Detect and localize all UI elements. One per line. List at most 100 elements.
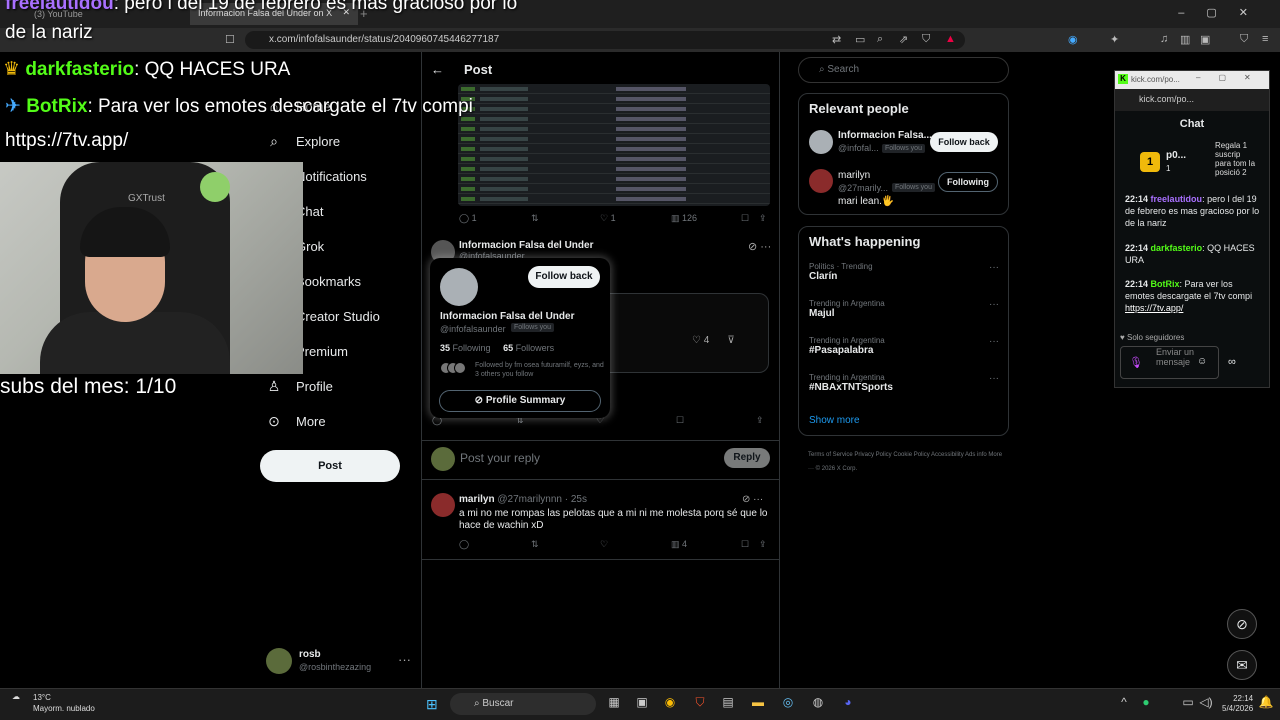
follow-stats[interactable]: 35 Following 65 Followers [440, 343, 554, 353]
more-icon[interactable]: ⊘ ··· [742, 494, 763, 505]
reply-button[interactable]: Reply [724, 448, 770, 468]
emoji-icon[interactable]: ☺ [1197, 356, 1207, 367]
epic-games-icon[interactable]: ▣ [634, 695, 650, 711]
translate-icon[interactable]: ⇄ [832, 33, 841, 46]
hovercard-name[interactable]: Informacion Falsa del Under [440, 311, 574, 322]
person-name[interactable]: Informacion Falsa... [838, 130, 932, 141]
notifications-icon[interactable]: 🔔 [1258, 695, 1274, 711]
more-icon[interactable]: ··· [989, 262, 999, 273]
more-icon[interactable]: ··· [989, 336, 999, 347]
status-icon[interactable]: ● [1138, 695, 1154, 711]
share-icon[interactable]: ⇪ [759, 539, 767, 550]
post-button[interactable]: Post [260, 450, 400, 482]
share-icon[interactable]: ⇪ [756, 415, 764, 426]
account-switcher[interactable]: rosb @rosbinthezazing ··· [266, 648, 411, 676]
brave-icon[interactable]: ⛉ [692, 695, 708, 711]
more-icon[interactable]: ··· [398, 652, 411, 667]
menu-icon[interactable]: ≡ [1262, 33, 1268, 45]
volume-icon[interactable]: ◁) [1198, 695, 1214, 711]
trend-item[interactable]: Politics · Trending Clarín ··· [809, 262, 999, 282]
back-arrow-icon[interactable]: ← [431, 62, 444, 77]
reply-author[interactable]: Informacion Falsa del Under [459, 240, 593, 251]
show-more-link[interactable]: Show more [809, 415, 860, 426]
vpn-icon[interactable]: ⛉ [1240, 33, 1248, 46]
weather-icon[interactable]: ☁ [12, 692, 20, 702]
share-icon[interactable]: ⇪ [759, 213, 767, 224]
avatar[interactable] [440, 268, 478, 306]
chrome-icon[interactable]: ◉ [662, 695, 678, 711]
shield-icon[interactable]: ⛉ [922, 33, 930, 46]
views-action[interactable]: ▥ 4 [671, 539, 687, 550]
person-name[interactable]: marilyn [838, 170, 870, 181]
bookmark-icon[interactable]: ☐ [676, 415, 684, 426]
comment-author-line[interactable]: marilyn @27marilynnn · 25s [459, 494, 587, 505]
trend-item[interactable]: Trending in Argentina #NBAxTNTSports ··· [809, 373, 999, 393]
zoom-icon[interactable]: ⌕ [877, 33, 883, 46]
more-icon[interactable]: ··· [989, 373, 999, 384]
follow-back-button[interactable]: Follow back [930, 132, 998, 152]
sidebar-item-explore[interactable]: ⌕ Explore [266, 133, 340, 150]
clock[interactable]: 22:14 5/4/2026 [1222, 694, 1253, 714]
windows-start-icon[interactable]: ⊞ [426, 696, 442, 712]
views-action[interactable]: ▥ 126 [671, 213, 697, 224]
follow-back-button[interactable]: Follow back [528, 266, 600, 288]
search-input[interactable]: ⌕ Search [798, 57, 1009, 83]
follower-avatars [440, 362, 468, 376]
more-icon[interactable]: ⊘ ··· [748, 240, 771, 253]
mic-icon[interactable]: 🎙 [1129, 356, 1143, 370]
sidebar-icon[interactable]: ▥ [1180, 33, 1190, 46]
trend-item[interactable]: Trending in Argentina Majul ··· [809, 299, 999, 319]
weather-temp[interactable]: 13°C [33, 693, 51, 702]
repost-icon[interactable]: ⇅ [531, 539, 539, 550]
footer-links[interactable]: Terms of Service Privacy Policy Cookie P… [808, 448, 1008, 476]
messages-icon[interactable]: ✉ [1227, 650, 1257, 680]
music-icon[interactable]: ♫ [1160, 33, 1168, 45]
store-icon[interactable]: ▤ [720, 695, 736, 711]
profile-summary-button[interactable]: ⊘ Profile Summary [439, 390, 601, 412]
network-icon[interactable]: ▭ [1180, 695, 1196, 711]
discord-icon[interactable]: ◕ [840, 695, 856, 711]
folder-icon[interactable]: ▬ [750, 695, 766, 711]
sidebar-item-more[interactable]: ⊙ More [266, 413, 326, 430]
chat-link[interactable]: https://7tv.app/ [1125, 303, 1183, 313]
rewards-icon[interactable]: ▲ [945, 33, 956, 45]
window-controls[interactable]: –▢✕ [1178, 6, 1270, 19]
like-action[interactable]: ♡ 1 [600, 213, 616, 224]
reply-media-card[interactable] [598, 293, 769, 373]
task-view-icon[interactable]: ▦ [606, 695, 622, 711]
infinity-icon[interactable]: ∞ [1228, 356, 1236, 368]
avatar[interactable] [809, 169, 833, 193]
avatar[interactable] [431, 493, 455, 517]
steam-icon[interactable]: ◎ [780, 695, 796, 711]
like-action[interactable]: ♡ 4 ⊽ [692, 335, 735, 346]
avatar[interactable] [809, 130, 833, 154]
repost-icon[interactable]: ⇅ [531, 213, 539, 224]
bookmark-icon[interactable]: ☐ [741, 213, 749, 224]
following-button[interactable]: Following [938, 172, 998, 192]
reply-action[interactable]: ◯ 1 [459, 213, 477, 224]
wallet-icon[interactable]: ▣ [1200, 33, 1210, 46]
obs-icon[interactable]: ◍ [810, 695, 826, 711]
grok-icon[interactable]: ⊘ [1227, 609, 1257, 639]
kick-address[interactable]: kick.com/po... [1115, 89, 1269, 111]
dislike-icon[interactable]: ⊽ [727, 335, 734, 346]
post-image[interactable] [458, 84, 770, 206]
followed-by-text[interactable]: Followed by fm osea futuramilf, eyzs, an… [475, 361, 605, 379]
trend-item[interactable]: Trending in Argentina #Pasapalabra ··· [809, 336, 999, 356]
taskbar-search[interactable]: ⌕ Buscar [450, 693, 596, 715]
gift-sub-prompt[interactable]: Regala 1 suscrip para tom la posició 2 [1215, 141, 1257, 177]
bookmark-icon[interactable]: ☐ [741, 539, 749, 550]
tray-chevron-icon[interactable]: ^ [1116, 695, 1132, 711]
cast-icon[interactable]: ▭ [855, 33, 865, 46]
heart-icon[interactable]: ♡ [600, 539, 608, 550]
gift-user[interactable]: p0... [1166, 150, 1186, 161]
reply-icon[interactable]: ◯ [459, 539, 469, 550]
share-icon[interactable]: ⇗ [899, 33, 908, 46]
bookmark-icon[interactable]: ☐ [225, 33, 235, 46]
more-icon[interactable]: ··· [989, 299, 999, 310]
audio-icon[interactable]: ◉ [1068, 33, 1078, 46]
extensions-icon[interactable]: ✦ [1110, 33, 1119, 46]
reply-input[interactable]: Post your reply [460, 451, 540, 465]
window-controls[interactable]: –▢✕ [1196, 73, 1269, 82]
sidebar-item-profile[interactable]: ♙ Profile [266, 378, 333, 395]
